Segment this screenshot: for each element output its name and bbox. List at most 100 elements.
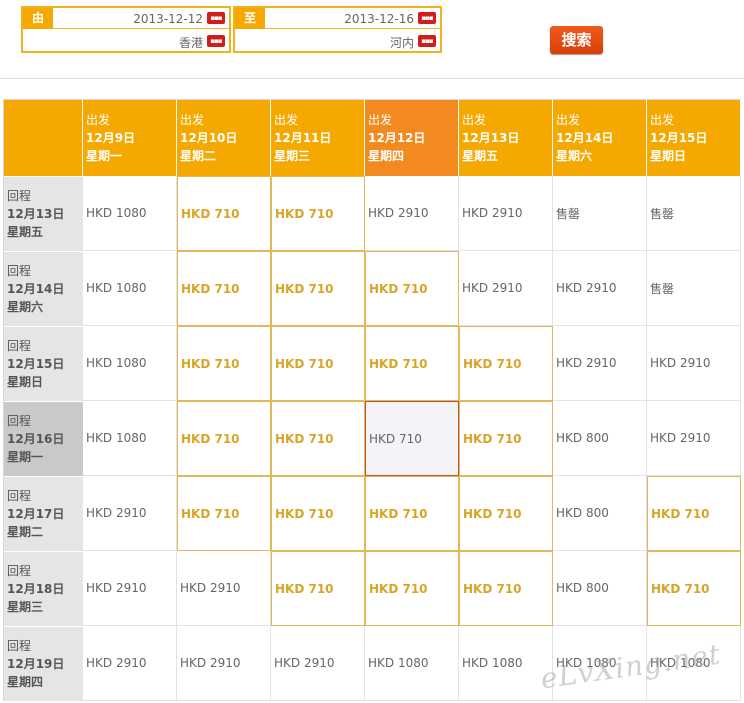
fare-cell[interactable]: HKD 710 xyxy=(365,401,459,476)
calendar-icon[interactable]: ▪▪▪ xyxy=(418,12,436,24)
calendar-icon[interactable]: ▪▪▪ xyxy=(207,12,225,24)
fare-cell[interactable]: HKD 2910 xyxy=(271,626,365,701)
return-date-header[interactable]: 回程 12月15日 星期日 xyxy=(4,326,83,401)
depart-weekday: 星期五 xyxy=(462,149,499,163)
fare-cell[interactable]: HKD 2910 xyxy=(177,551,271,626)
depart-weekday: 星期一 xyxy=(86,149,123,163)
fare-cell[interactable]: HKD 1080 xyxy=(365,626,459,701)
depart-label: 出发 xyxy=(462,113,487,127)
fare-cell[interactable]: HKD 710 xyxy=(459,401,553,476)
from-date-value[interactable]: 2013-12-12 xyxy=(133,12,203,26)
grid-corner xyxy=(4,100,83,176)
depart-weekday: 星期六 xyxy=(556,149,593,163)
return-date-header[interactable]: 回程 12月13日 星期五 xyxy=(4,176,83,251)
return-weekday: 星期四 xyxy=(7,675,44,689)
return-label: 回程 xyxy=(7,414,32,428)
from-city-value[interactable]: 香港 xyxy=(179,34,203,51)
fare-cell[interactable]: HKD 2910 xyxy=(83,551,177,626)
depart-date-header[interactable]: 出发 12月15日 星期日 xyxy=(647,100,741,176)
fare-cell[interactable]: HKD 710 xyxy=(271,551,365,626)
fare-cell[interactable]: HKD 2910 xyxy=(177,626,271,701)
return-date: 12月19日 xyxy=(7,657,65,671)
fare-cell[interactable]: HKD 710 xyxy=(271,176,365,251)
return-date-header[interactable]: 回程 12月19日 星期四 xyxy=(4,626,83,701)
fare-cell[interactable]: HKD 2910 xyxy=(83,626,177,701)
fare-cell[interactable]: HKD 800 xyxy=(553,551,647,626)
fare-cell[interactable]: HKD 2910 xyxy=(553,326,647,401)
return-weekday: 星期五 xyxy=(7,225,44,239)
city-picker-icon[interactable]: ▪▪▪ xyxy=(207,35,225,47)
fare-cell[interactable]: HKD 710 xyxy=(647,476,741,551)
return-weekday: 星期一 xyxy=(7,450,44,464)
depart-label: 出发 xyxy=(274,113,299,127)
return-label: 回程 xyxy=(7,564,32,578)
fare-cell[interactable]: HKD 710 xyxy=(365,251,459,326)
fare-cell[interactable]: HKD 800 xyxy=(553,401,647,476)
fare-cell[interactable]: HKD 710 xyxy=(271,251,365,326)
fare-cell[interactable]: HKD 2910 xyxy=(647,401,741,476)
depart-date-header[interactable]: 出发 12月13日 星期五 xyxy=(459,100,553,176)
fare-cell[interactable]: HKD 710 xyxy=(459,551,553,626)
to-date-value[interactable]: 2013-12-16 xyxy=(344,12,414,26)
fare-cell[interactable]: HKD 1080 xyxy=(83,401,177,476)
fare-cell[interactable]: HKD 710 xyxy=(365,476,459,551)
depart-date-header[interactable]: 出发 12月14日 星期六 xyxy=(553,100,647,176)
fare-cell[interactable]: HKD 710 xyxy=(177,326,271,401)
fare-cell[interactable]: HKD 710 xyxy=(177,401,271,476)
fare-cell[interactable]: HKD 710 xyxy=(647,551,741,626)
fare-cell[interactable]: HKD 710 xyxy=(459,476,553,551)
fare-cell[interactable]: HKD 2910 xyxy=(459,251,553,326)
fare-cell[interactable]: HKD 2910 xyxy=(459,176,553,251)
depart-label: 出发 xyxy=(556,113,581,127)
return-date-header[interactable]: 回程 12月18日 星期三 xyxy=(4,551,83,626)
fare-cell[interactable]: HKD 2910 xyxy=(365,176,459,251)
depart-date-header[interactable]: 出发 12月12日 星期四 xyxy=(365,100,459,176)
depart-date-header[interactable]: 出发 12月10日 星期二 xyxy=(177,100,271,176)
fare-calendar-grid: 出发 12月9日 星期一 出发 12月10日 星期二 出发 12月11日 星期三 出发 12月12日… xyxy=(3,99,741,701)
fare-cell[interactable]: HKD 710 xyxy=(459,326,553,401)
return-date: 12月15日 xyxy=(7,357,65,371)
depart-date: 12月9日 xyxy=(86,131,136,145)
fare-cell[interactable]: HKD 710 xyxy=(177,476,271,551)
depart-date-header[interactable]: 出发 12月11日 星期三 xyxy=(271,100,365,176)
fare-cell[interactable]: HKD 1080 xyxy=(83,251,177,326)
depart-date: 12月15日 xyxy=(650,131,708,145)
return-weekday: 星期日 xyxy=(7,375,44,389)
depart-label: 出发 xyxy=(650,113,675,127)
fare-cell[interactable]: HKD 710 xyxy=(271,401,365,476)
fare-cell[interactable]: HKD 710 xyxy=(271,476,365,551)
fare-cell[interactable]: HKD 710 xyxy=(365,551,459,626)
city-picker-icon[interactable]: ▪▪▪ xyxy=(418,35,436,47)
fare-cell[interactable]: HKD 710 xyxy=(365,326,459,401)
depart-label: 出发 xyxy=(368,113,393,127)
depart-date-header[interactable]: 出发 12月9日 星期一 xyxy=(83,100,177,176)
fare-cell[interactable]: HKD 1080 xyxy=(83,176,177,251)
fare-cell[interactable]: HKD 710 xyxy=(177,251,271,326)
fare-cell[interactable]: HKD 800 xyxy=(553,476,647,551)
return-date: 12月16日 xyxy=(7,432,65,446)
to-city-value[interactable]: 河内 xyxy=(390,34,414,51)
return-date-header[interactable]: 回程 12月17日 星期二 xyxy=(4,476,83,551)
fare-cell[interactable]: HKD 710 xyxy=(271,326,365,401)
search-button[interactable]: 搜索 xyxy=(550,26,603,54)
fare-cell[interactable]: HKD 2910 xyxy=(647,326,741,401)
fare-cell[interactable]: HKD 2910 xyxy=(83,476,177,551)
return-weekday: 星期六 xyxy=(7,300,44,314)
fare-cell[interactable]: HKD 710 xyxy=(177,176,271,251)
depart-date: 12月11日 xyxy=(274,131,332,145)
depart-date: 12月10日 xyxy=(180,131,238,145)
fare-cell[interactable]: HKD 1080 xyxy=(83,326,177,401)
fare-cell[interactable]: 售罄 xyxy=(647,176,741,251)
fare-cell[interactable]: HKD 2910 xyxy=(553,251,647,326)
return-date: 12月17日 xyxy=(7,507,65,521)
return-date-header[interactable]: 回程 12月16日 星期一 xyxy=(4,401,83,476)
fare-cell[interactable]: 售罄 xyxy=(647,251,741,326)
return-date: 12月13日 xyxy=(7,207,65,221)
depart-weekday: 星期二 xyxy=(180,149,217,163)
return-date-header[interactable]: 回程 12月14日 星期六 xyxy=(4,251,83,326)
depart-date: 12月13日 xyxy=(462,131,520,145)
fare-cell[interactable]: 售罄 xyxy=(553,176,647,251)
return-weekday: 星期二 xyxy=(7,525,44,539)
return-label: 回程 xyxy=(7,189,32,203)
divider xyxy=(0,78,744,79)
